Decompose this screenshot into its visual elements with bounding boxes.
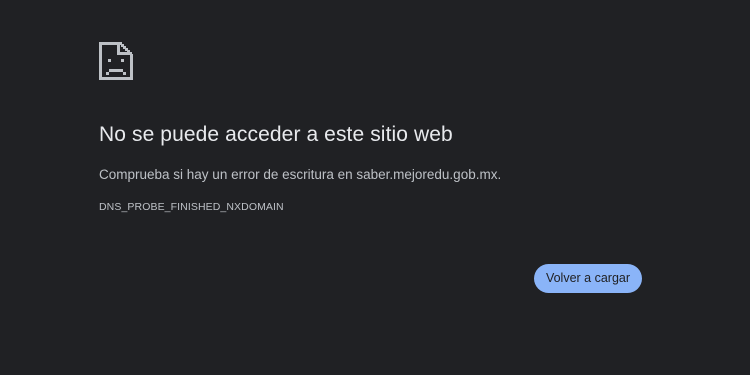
error-message: Comprueba si hay un error de escritura e… [99,167,502,182]
error-page: No se puede acceder a este sitio web Com… [0,0,750,375]
error-code: DNS_PROBE_FINISHED_NXDOMAIN [99,201,284,213]
page-title: No se puede acceder a este sitio web [99,123,453,146]
reload-button[interactable]: Volver a cargar [534,264,642,293]
sad-page-icon [99,42,133,80]
